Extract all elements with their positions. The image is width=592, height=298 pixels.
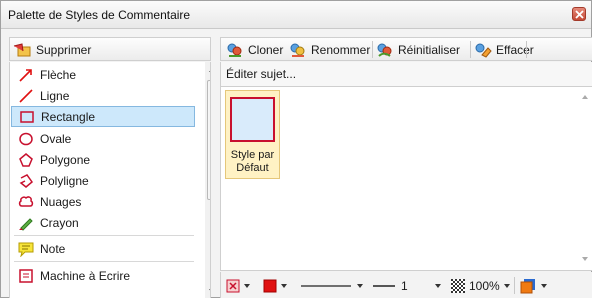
arrow-icon: [18, 67, 34, 83]
style-grid-scrollbar[interactable]: [578, 87, 592, 270]
delete-button[interactable]: Supprimer: [13, 40, 91, 59]
rename-label: Renommer: [311, 42, 371, 57]
tool-item-typewriter[interactable]: Machine à Ecrire: [11, 265, 195, 286]
erase-label: Effacer: [496, 42, 534, 57]
fill-color-picker[interactable]: [226, 277, 250, 294]
style-palette-window: Palette de Styles de Commentaire Supprim…: [0, 0, 592, 298]
reset-button[interactable]: Réinitialiser: [376, 40, 460, 59]
scroll-up-icon[interactable]: [209, 68, 210, 72]
toolbar-divider: [514, 277, 515, 294]
chevron-down-icon: [244, 283, 250, 288]
toolbar-divider: [526, 41, 527, 58]
line-width-icon: [373, 284, 395, 287]
tool-item-oval[interactable]: Ovale: [11, 128, 195, 149]
polyline-icon: [18, 173, 34, 189]
tool-label: Crayon: [40, 215, 79, 230]
line-width-picker[interactable]: 1: [373, 277, 441, 294]
clone-label: Cloner: [248, 42, 284, 57]
tool-label: Ovale: [40, 131, 72, 146]
tool-label: Polyligne: [40, 173, 89, 188]
line-icon: [18, 88, 34, 104]
stroke-color-swatch-icon: [263, 279, 277, 292]
line-width-value: 1: [401, 278, 408, 293]
delete-label: Supprimer: [36, 42, 92, 57]
chevron-down-icon: [281, 283, 287, 288]
note-icon: [18, 241, 34, 257]
erase-icon: [475, 43, 492, 58]
style-tile-default[interactable]: Style par Défaut: [225, 90, 280, 179]
properties-toolbar: 1 100%: [220, 272, 592, 298]
rename-button[interactable]: Renommer: [289, 40, 370, 59]
tool-label: Rectangle: [41, 109, 96, 124]
line-style-picker[interactable]: [301, 277, 363, 294]
tool-item-pencil[interactable]: Crayon: [11, 212, 195, 233]
edit-subject-link[interactable]: Éditer sujet...: [226, 67, 296, 81]
tool-item-note[interactable]: Note: [11, 238, 195, 259]
color-scheme-picker[interactable]: [520, 277, 547, 294]
scrollbar-thumb[interactable]: [207, 80, 210, 200]
tool-item-polyline[interactable]: Polyligne: [11, 170, 195, 191]
reset-icon: [377, 43, 392, 57]
style-caption-line2: Défaut: [236, 162, 269, 174]
tool-item-arrow[interactable]: Flèche: [11, 64, 195, 85]
no-fill-icon: [226, 279, 240, 292]
style-toolbar: Cloner Renommer Réinitialiser Effacer: [220, 37, 592, 61]
tool-item-line[interactable]: Ligne: [11, 85, 195, 106]
scroll-down-icon[interactable]: [582, 257, 588, 261]
tool-label: Machine à Ecrire: [40, 268, 131, 283]
erase-button[interactable]: Effacer: [474, 40, 534, 59]
polygon-icon: [18, 152, 34, 168]
edit-subject-bar: Éditer sujet...: [220, 62, 592, 86]
tool-item-polygon[interactable]: Polygone: [11, 149, 195, 170]
clone-icon: [227, 43, 242, 57]
left-toolbar: Supprimer: [9, 37, 211, 61]
chevron-down-icon: [541, 283, 547, 288]
tool-label: Note: [40, 241, 66, 256]
chevron-down-icon: [357, 283, 363, 288]
close-button[interactable]: [572, 7, 586, 21]
scroll-up-icon[interactable]: [582, 95, 588, 99]
oval-icon: [18, 131, 34, 147]
delete-icon: [13, 42, 31, 56]
list-divider: [14, 261, 194, 262]
opacity-picker[interactable]: 100%: [451, 277, 510, 294]
tool-label: Ligne: [40, 88, 70, 103]
cloud-icon: [18, 194, 34, 210]
color-scheme-icon: [520, 278, 535, 293]
line-style-icon: [301, 284, 351, 287]
tool-list-scrollbar[interactable]: [205, 62, 210, 298]
style-caption: Style par Défaut: [226, 149, 279, 175]
reset-label: Réinitialiser: [398, 42, 461, 57]
list-divider: [14, 235, 194, 236]
chevron-down-icon: [435, 283, 441, 288]
opacity-value: 100%: [469, 278, 500, 293]
stroke-color-picker[interactable]: [263, 277, 287, 294]
rectangle-icon: [19, 109, 35, 125]
chevron-down-icon: [503, 283, 510, 288]
tool-label: Polygone: [40, 152, 91, 167]
typewriter-icon: [18, 268, 34, 284]
toolbar-divider: [470, 41, 471, 58]
tool-item-rectangle[interactable]: Rectangle: [11, 106, 195, 127]
close-icon: [575, 10, 584, 19]
tool-item-cloud[interactable]: Nuages: [11, 191, 195, 212]
style-grid: Style par Défaut: [220, 86, 592, 271]
tool-label: Flèche: [40, 67, 77, 82]
annotation-tool-list: Flèche Ligne Rectangle Ovale Polygone Po…: [9, 62, 211, 298]
scroll-down-icon[interactable]: [209, 289, 210, 293]
style-preview-swatch: [230, 97, 275, 142]
pencil-icon: [18, 215, 34, 231]
tool-label: Nuages: [40, 194, 82, 209]
clone-button[interactable]: Cloner: [226, 40, 283, 59]
opacity-checker-icon: [451, 278, 465, 293]
window-title: Palette de Styles de Commentaire: [8, 8, 191, 22]
toolbar-divider: [372, 41, 373, 58]
style-caption-line1: Style par: [230, 149, 275, 161]
title-bar[interactable]: Palette de Styles de Commentaire: [1, 1, 591, 29]
rename-icon: [290, 43, 305, 57]
